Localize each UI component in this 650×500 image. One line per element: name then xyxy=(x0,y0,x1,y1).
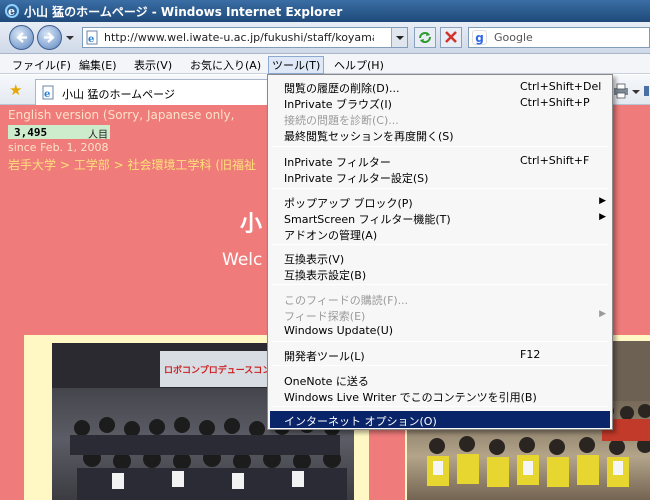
navigation-bar: e http://www.wel.iwate-u.ac.jp/fukushi/s… xyxy=(0,22,650,54)
submenu-arrow-icon: ▶ xyxy=(599,309,606,319)
counter-unit: 人目 xyxy=(88,130,108,141)
breadcrumb-department[interactable]: 社会環境工学科 xyxy=(127,158,211,172)
search-box[interactable]: g Google xyxy=(468,27,650,48)
menu-item-popup-blocker[interactable]: ポップアップ ブロック(P) ▶ xyxy=(270,193,610,210)
browser-tab[interactable]: e 小山 猛のホームページ xyxy=(35,79,268,105)
breadcrumb: 岩手大学 > 工学部 > 社会環境工学科 (旧福祉 xyxy=(8,156,256,173)
recent-pages-dropdown-icon[interactable] xyxy=(65,33,75,43)
refresh-button[interactable] xyxy=(414,27,436,48)
breadcrumb-separator: > xyxy=(113,158,124,172)
favorites-star-icon[interactable]: ★ xyxy=(9,82,25,98)
svg-text:e: e xyxy=(8,5,15,18)
menu-bar: ファイル(F) 編集(E) 表示(V) お気に入り(A) ツール(T) ヘルプ(… xyxy=(0,54,650,74)
tab-page-icon: e xyxy=(42,85,54,100)
menu-item-feed-discovery: フィード探索(E) ▶ xyxy=(284,309,606,323)
submenu-arrow-icon: ▶ xyxy=(599,212,606,222)
menu-edit[interactable]: 編集(E) xyxy=(75,56,121,74)
page-title: 小 xyxy=(240,212,263,237)
stop-button[interactable] xyxy=(440,27,462,48)
menu-item-compatibility-settings[interactable]: 互換表示設定(B) xyxy=(270,265,610,282)
print-icon[interactable] xyxy=(612,83,650,99)
stop-icon xyxy=(445,31,457,43)
forward-button[interactable] xyxy=(37,25,62,50)
tab-label: 小山 猛のホームページ xyxy=(62,88,175,101)
menu-item-inprivate-filter-settings[interactable]: InPrivate フィルター設定(S) xyxy=(270,168,610,185)
breadcrumb-separator: > xyxy=(59,158,70,172)
menu-item-developer-tools[interactable]: 開発者ツール(L) F12 xyxy=(270,346,610,363)
arrow-left-icon xyxy=(16,32,27,43)
menu-separator xyxy=(272,188,608,189)
address-bar[interactable]: e http://www.wel.iwate-u.ac.jp/fukushi/s… xyxy=(82,27,408,48)
menu-favorites[interactable]: お気に入り(A) xyxy=(186,56,265,74)
menu-item-diagnose-connection: 接続の問題を診断(C)... xyxy=(284,114,399,127)
menu-item-internet-options[interactable]: インターネット オプション(O) xyxy=(270,411,610,428)
menu-separator xyxy=(272,244,608,245)
svg-text:e: e xyxy=(44,89,50,100)
menu-item-windows-live-writer[interactable]: Windows Live Writer でこのコンテンツを引用(B) xyxy=(270,387,610,404)
menu-separator xyxy=(272,365,608,366)
menu-item-inprivate-browsing[interactable]: InPrivate ブラウズ(I) Ctrl+Shift+P xyxy=(270,94,610,111)
page-icon: e xyxy=(86,30,98,45)
window-title: 小山 猛のホームページ - Windows Internet Explorer xyxy=(24,5,343,19)
menu-help[interactable]: ヘルプ(H) xyxy=(330,56,388,74)
address-dropdown-button[interactable] xyxy=(391,28,407,47)
title-bar: e 小山 猛のホームページ - Windows Internet Explore… xyxy=(0,0,650,22)
breadcrumb-university[interactable]: 岩手大学 xyxy=(8,158,56,172)
breadcrumb-faculty[interactable]: 工学部 xyxy=(74,158,110,172)
ie-logo-icon: e xyxy=(5,4,19,18)
menu-file[interactable]: ファイル(F) xyxy=(8,56,75,74)
menu-view[interactable]: 表示(V) xyxy=(130,56,176,74)
menu-item-compatibility-view[interactable]: 互換表示(V) xyxy=(270,249,610,266)
menu-item-smartscreen-filter[interactable]: SmartScreen フィルター機能(T) ▶ xyxy=(270,209,610,226)
tools-menu-dropdown: 閲覧の履歴の削除(D)... Ctrl+Shift+Del InPrivate ブ… xyxy=(267,74,613,430)
menu-item-subscribe-feed: このフィードの購読(F)... xyxy=(284,294,409,307)
menu-item-manage-addons[interactable]: アドオンの管理(A) xyxy=(270,225,610,242)
search-placeholder[interactable]: Google xyxy=(494,31,533,44)
menu-item-send-to-onenote[interactable]: OneNote に送る xyxy=(270,371,610,388)
svg-text:e: e xyxy=(88,34,94,45)
refresh-icon xyxy=(419,32,431,43)
menu-separator xyxy=(272,406,608,407)
chevron-down-icon xyxy=(396,36,404,40)
counter-value: 3,495 xyxy=(14,126,48,139)
welcome-heading: Welc xyxy=(222,250,263,270)
menu-separator xyxy=(272,284,608,285)
back-button[interactable] xyxy=(9,25,34,50)
menu-item-reopen-session[interactable]: 最終閲覧セッションを再度開く(S) xyxy=(270,126,610,143)
menu-item-delete-history[interactable]: 閲覧の履歴の削除(D)... Ctrl+Shift+Del xyxy=(270,78,610,95)
google-icon: g xyxy=(472,30,487,45)
since-date: since Feb. 1, 2008 xyxy=(8,141,109,154)
visitor-counter: 3,495 人目 xyxy=(8,125,110,141)
menu-separator xyxy=(272,146,608,147)
menu-item-windows-update[interactable]: Windows Update(U) xyxy=(270,322,610,339)
arrow-right-icon xyxy=(44,32,55,43)
submenu-arrow-icon: ▶ xyxy=(599,196,606,206)
menu-tools[interactable]: ツール(T) xyxy=(268,56,325,74)
english-version-link[interactable]: English version (Sorry, Japanese only, xyxy=(8,108,234,122)
menu-item-inprivate-filter[interactable]: InPrivate フィルター Ctrl+Shift+F xyxy=(270,152,610,169)
menu-separator xyxy=(272,341,608,342)
breadcrumb-old-department[interactable]: (旧福祉 xyxy=(215,158,256,172)
url-text[interactable]: http://www.wel.iwate-u.ac.jp/fukushi/sta… xyxy=(104,31,374,44)
